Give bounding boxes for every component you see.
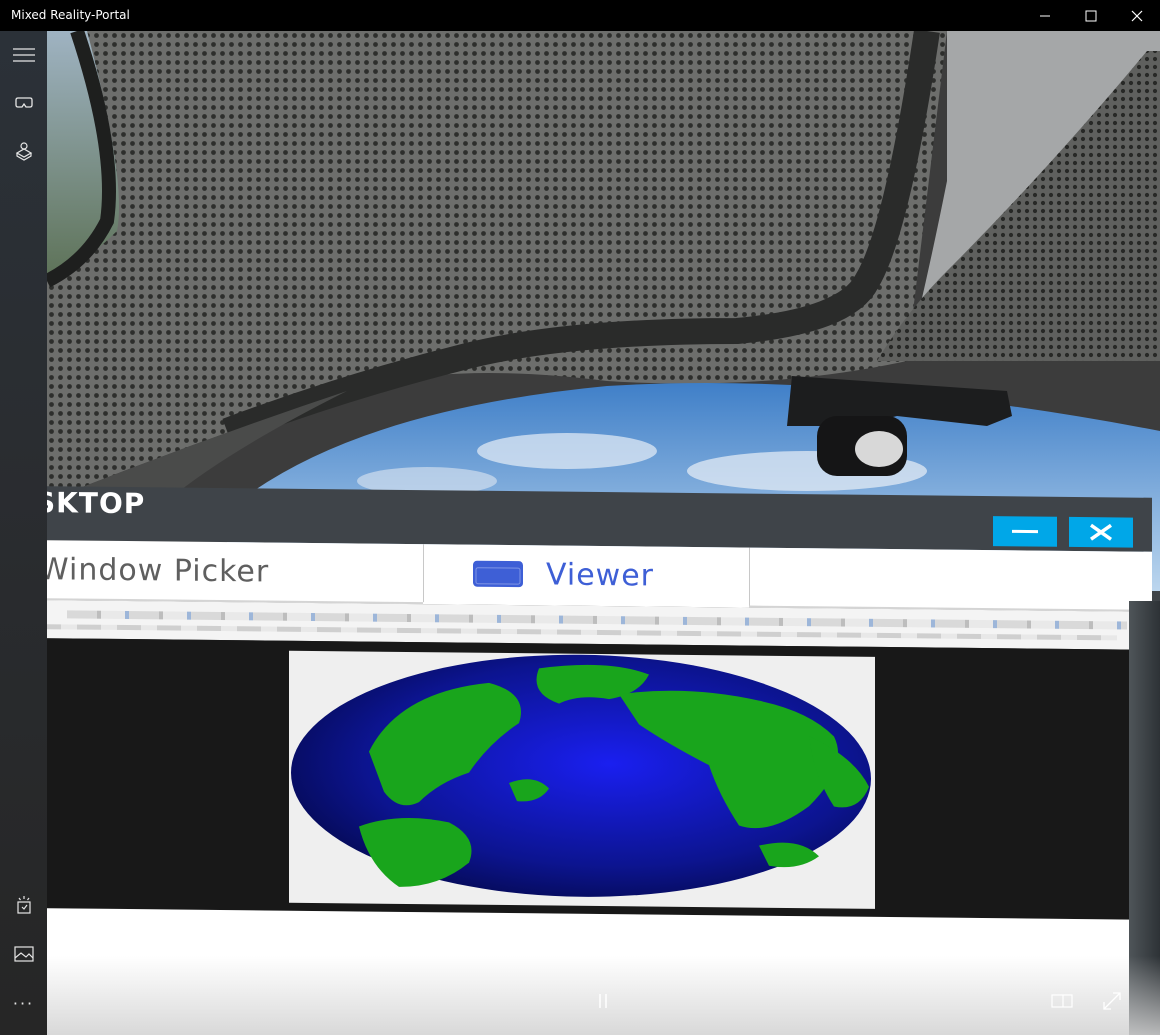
title-bar: Mixed Reality-Portal [0, 0, 1160, 31]
tab-divider [749, 547, 750, 606]
tab-window-picker-label: Window Picker [47, 551, 270, 590]
window-title: Mixed Reality-Portal [11, 8, 130, 22]
holograms-button[interactable] [0, 131, 47, 171]
maximize-icon [1085, 10, 1097, 21]
virtual-desktop-window[interactable]: SKTOP Window Picker Viewer [47, 486, 1152, 1035]
snap-view-icon [1051, 994, 1073, 1008]
pause-icon [599, 994, 607, 1008]
more-button[interactable]: ··· [0, 983, 47, 1023]
navigation-rail: ··· [0, 31, 47, 1035]
minimize-icon [1012, 529, 1038, 534]
minimize-button[interactable] [1022, 0, 1068, 31]
maximize-button[interactable] [1068, 0, 1114, 31]
mirrored-window-content[interactable] [47, 638, 1152, 920]
fullscreen-icon [1103, 992, 1121, 1010]
minimize-icon [1040, 15, 1050, 16]
snap-view-button[interactable] [1047, 986, 1077, 1016]
pause-button[interactable] [588, 986, 618, 1016]
holograms-icon [15, 142, 32, 161]
close-icon [1131, 10, 1143, 21]
hamburger-menu-icon [12, 48, 35, 62]
globe-image [289, 650, 875, 909]
tab-window-picker[interactable]: Window Picker [47, 540, 269, 600]
tab-viewer-label: Viewer [546, 556, 654, 594]
tab-viewer[interactable]: Viewer [472, 545, 654, 605]
mirror-app-button[interactable] [0, 885, 47, 925]
headset-icon [14, 97, 33, 108]
photo-icon [13, 946, 34, 962]
virtual-close-button[interactable] [1069, 516, 1133, 548]
virtual-desktop-title: SKTOP [47, 486, 146, 521]
tab-divider [423, 544, 424, 603]
mixed-reality-view[interactable]: SKTOP Window Picker Viewer [47, 31, 1160, 1035]
photo-button[interactable] [0, 934, 47, 974]
close-button[interactable] [1114, 0, 1160, 31]
window-icon [473, 560, 523, 588]
headset-button[interactable] [0, 83, 47, 123]
virtual-minimize-button[interactable] [993, 516, 1057, 547]
globe-icon [291, 654, 871, 897]
hamburger-menu-button[interactable] [0, 35, 47, 75]
mirror-app-icon [16, 896, 31, 914]
close-icon [1089, 523, 1113, 541]
more-icon: ··· [12, 993, 35, 1013]
fullscreen-button[interactable] [1097, 986, 1127, 1016]
